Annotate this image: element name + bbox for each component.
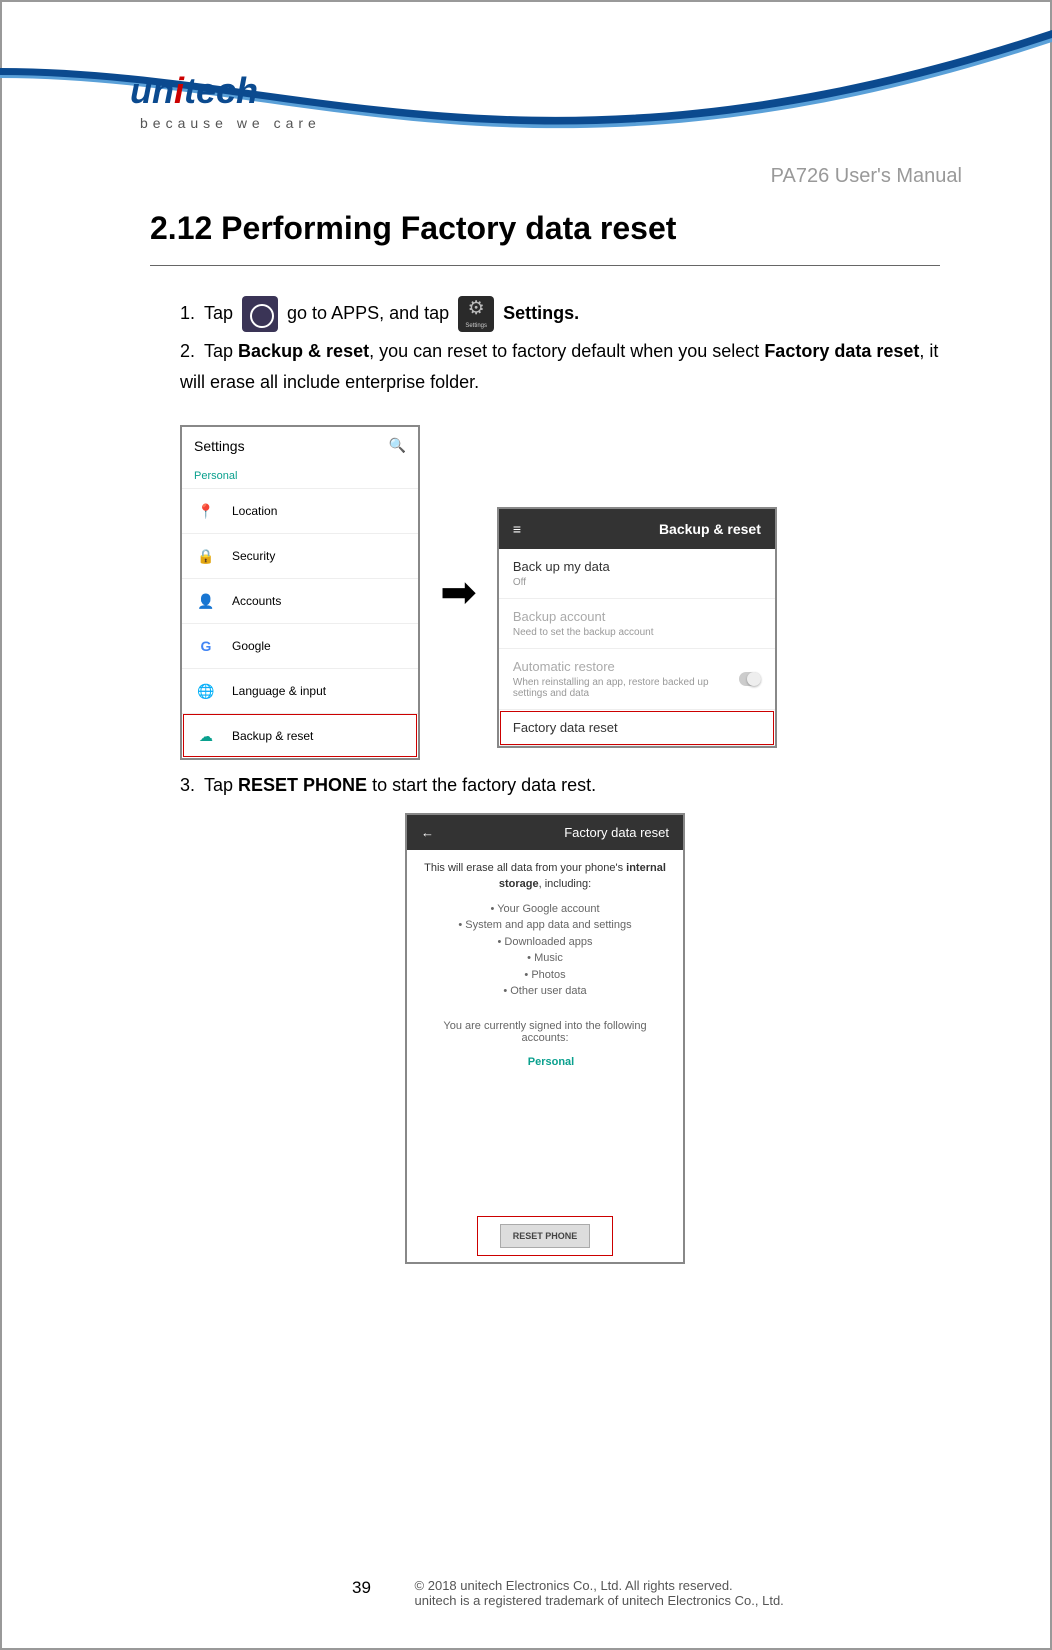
erase-item: Downloaded apps [419, 934, 671, 951]
back-arrow-icon: ← [421, 825, 434, 840]
google-item: G Google [182, 623, 418, 668]
item-secondary: Off [513, 577, 761, 588]
brand-logo: unitech [130, 70, 258, 112]
lock-icon: 🔒 [198, 548, 214, 564]
erase-item: Your Google account [419, 901, 671, 918]
reset-phone-button: RESET PHONE [500, 1224, 591, 1248]
section-title-text: Performing Factory data reset [221, 210, 676, 246]
backup-header: ≡ Backup & reset [499, 509, 775, 549]
backup-my-data-item: Back up my data Off [499, 549, 775, 599]
accounts-icon: 👤 [198, 593, 214, 609]
brand-name: unitech [130, 70, 258, 111]
list-item-label: Language & input [232, 684, 326, 698]
step-1: 1.Tap go to APPS, and tap Settings. [180, 296, 940, 332]
list-item-label: Accounts [232, 594, 281, 608]
security-item: 🔒 Security [182, 533, 418, 578]
settings-header-title: Settings [194, 438, 245, 454]
item-secondary: Need to set the backup account [513, 627, 761, 638]
settings-header: Settings 🔍 [182, 427, 418, 464]
settings-screen: Settings 🔍 Personal 📍 Location 🔒 Securit… [180, 425, 420, 760]
section-title: 2.12 Performing Factory data reset [150, 210, 940, 247]
erase-item: Other user data [419, 983, 671, 1000]
list-item-label: Location [232, 504, 277, 518]
apps-icon [242, 296, 278, 332]
item-primary: Back up my data [513, 559, 761, 574]
location-icon: 📍 [198, 503, 214, 519]
step-3: 3.Tap RESET PHONE to start the factory d… [150, 770, 940, 801]
accounts-item: 👤 Accounts [182, 578, 418, 623]
personal-section-label: Personal [182, 464, 418, 488]
reset-button-row: RESET PHONE [407, 1188, 683, 1262]
language-item: 🌐 Language & input [182, 668, 418, 713]
backup-account-item: Backup account Need to set the backup ac… [499, 599, 775, 649]
list-item-label: Google [232, 639, 271, 653]
item-secondary: When reinstalling an app, restore backed… [513, 677, 740, 699]
erase-list: Your Google account System and app data … [419, 901, 671, 1000]
factory-intro: This will erase all data from your phone… [419, 860, 671, 893]
backup-reset-screen: ≡ Backup & reset Back up my data Off Bac… [497, 507, 777, 748]
toggle-switch [739, 672, 760, 686]
item-primary: Factory data reset [513, 720, 761, 735]
title-rule [150, 265, 940, 266]
personal-tag: Personal [528, 1056, 574, 1068]
erase-item: Music [419, 950, 671, 967]
settings-icon [458, 296, 494, 332]
factory-header-title: Factory data reset [564, 825, 669, 840]
factory-reset-screen: ← Factory data reset This will erase all… [405, 813, 685, 1264]
globe-icon: 🌐 [198, 683, 214, 699]
erase-item: System and app data and settings [419, 917, 671, 934]
item-primary: Automatic restore [513, 659, 740, 674]
step-number: 1. [180, 298, 204, 329]
section-number: 2.12 [150, 210, 212, 246]
google-icon: G [198, 638, 214, 654]
erase-item: Photos [419, 967, 671, 984]
brand-tagline: because we care [140, 115, 321, 131]
manual-title: PA726 User's Manual [771, 165, 962, 188]
search-icon: 🔍 [389, 437, 406, 454]
page-number: 39 [352, 1578, 371, 1598]
list-item-label: Security [232, 549, 275, 563]
automatic-restore-item: Automatic restore When reinstalling an a… [499, 649, 775, 710]
cloud-icon: ☁ [198, 728, 214, 744]
item-primary: Backup account [513, 609, 761, 624]
step-2: 2.Tap Backup & reset, you can reset to f… [180, 336, 940, 397]
hamburger-icon: ≡ [513, 521, 521, 537]
arrow-icon: ➡ [440, 567, 477, 618]
steps-list: 1.Tap go to APPS, and tap Settings. 2.Ta… [150, 296, 940, 397]
footer-text: © 2018 unitech Electronics Co., Ltd. All… [415, 1578, 784, 1608]
step3-screenshot-wrap: ← Factory data reset This will erase all… [150, 813, 940, 1264]
screens-row: Settings 🔍 Personal 📍 Location 🔒 Securit… [180, 425, 940, 760]
factory-reset-item: Factory data reset [499, 710, 775, 746]
list-item-label: Backup & reset [232, 729, 313, 743]
step-number: 3. [180, 770, 204, 801]
backup-reset-item: ☁ Backup & reset [182, 713, 418, 758]
accounts-note: You are currently signed into the follow… [407, 1010, 683, 1188]
content-area: 2.12 Performing Factory data reset 1.Tap… [150, 210, 940, 1264]
page-footer: 39 © 2018 unitech Electronics Co., Ltd. … [352, 1578, 962, 1608]
location-item: 📍 Location [182, 488, 418, 533]
step-number: 2. [180, 336, 204, 367]
factory-body: This will erase all data from your phone… [407, 850, 683, 1010]
backup-header-title: Backup & reset [659, 521, 761, 537]
factory-header: ← Factory data reset [407, 815, 683, 850]
